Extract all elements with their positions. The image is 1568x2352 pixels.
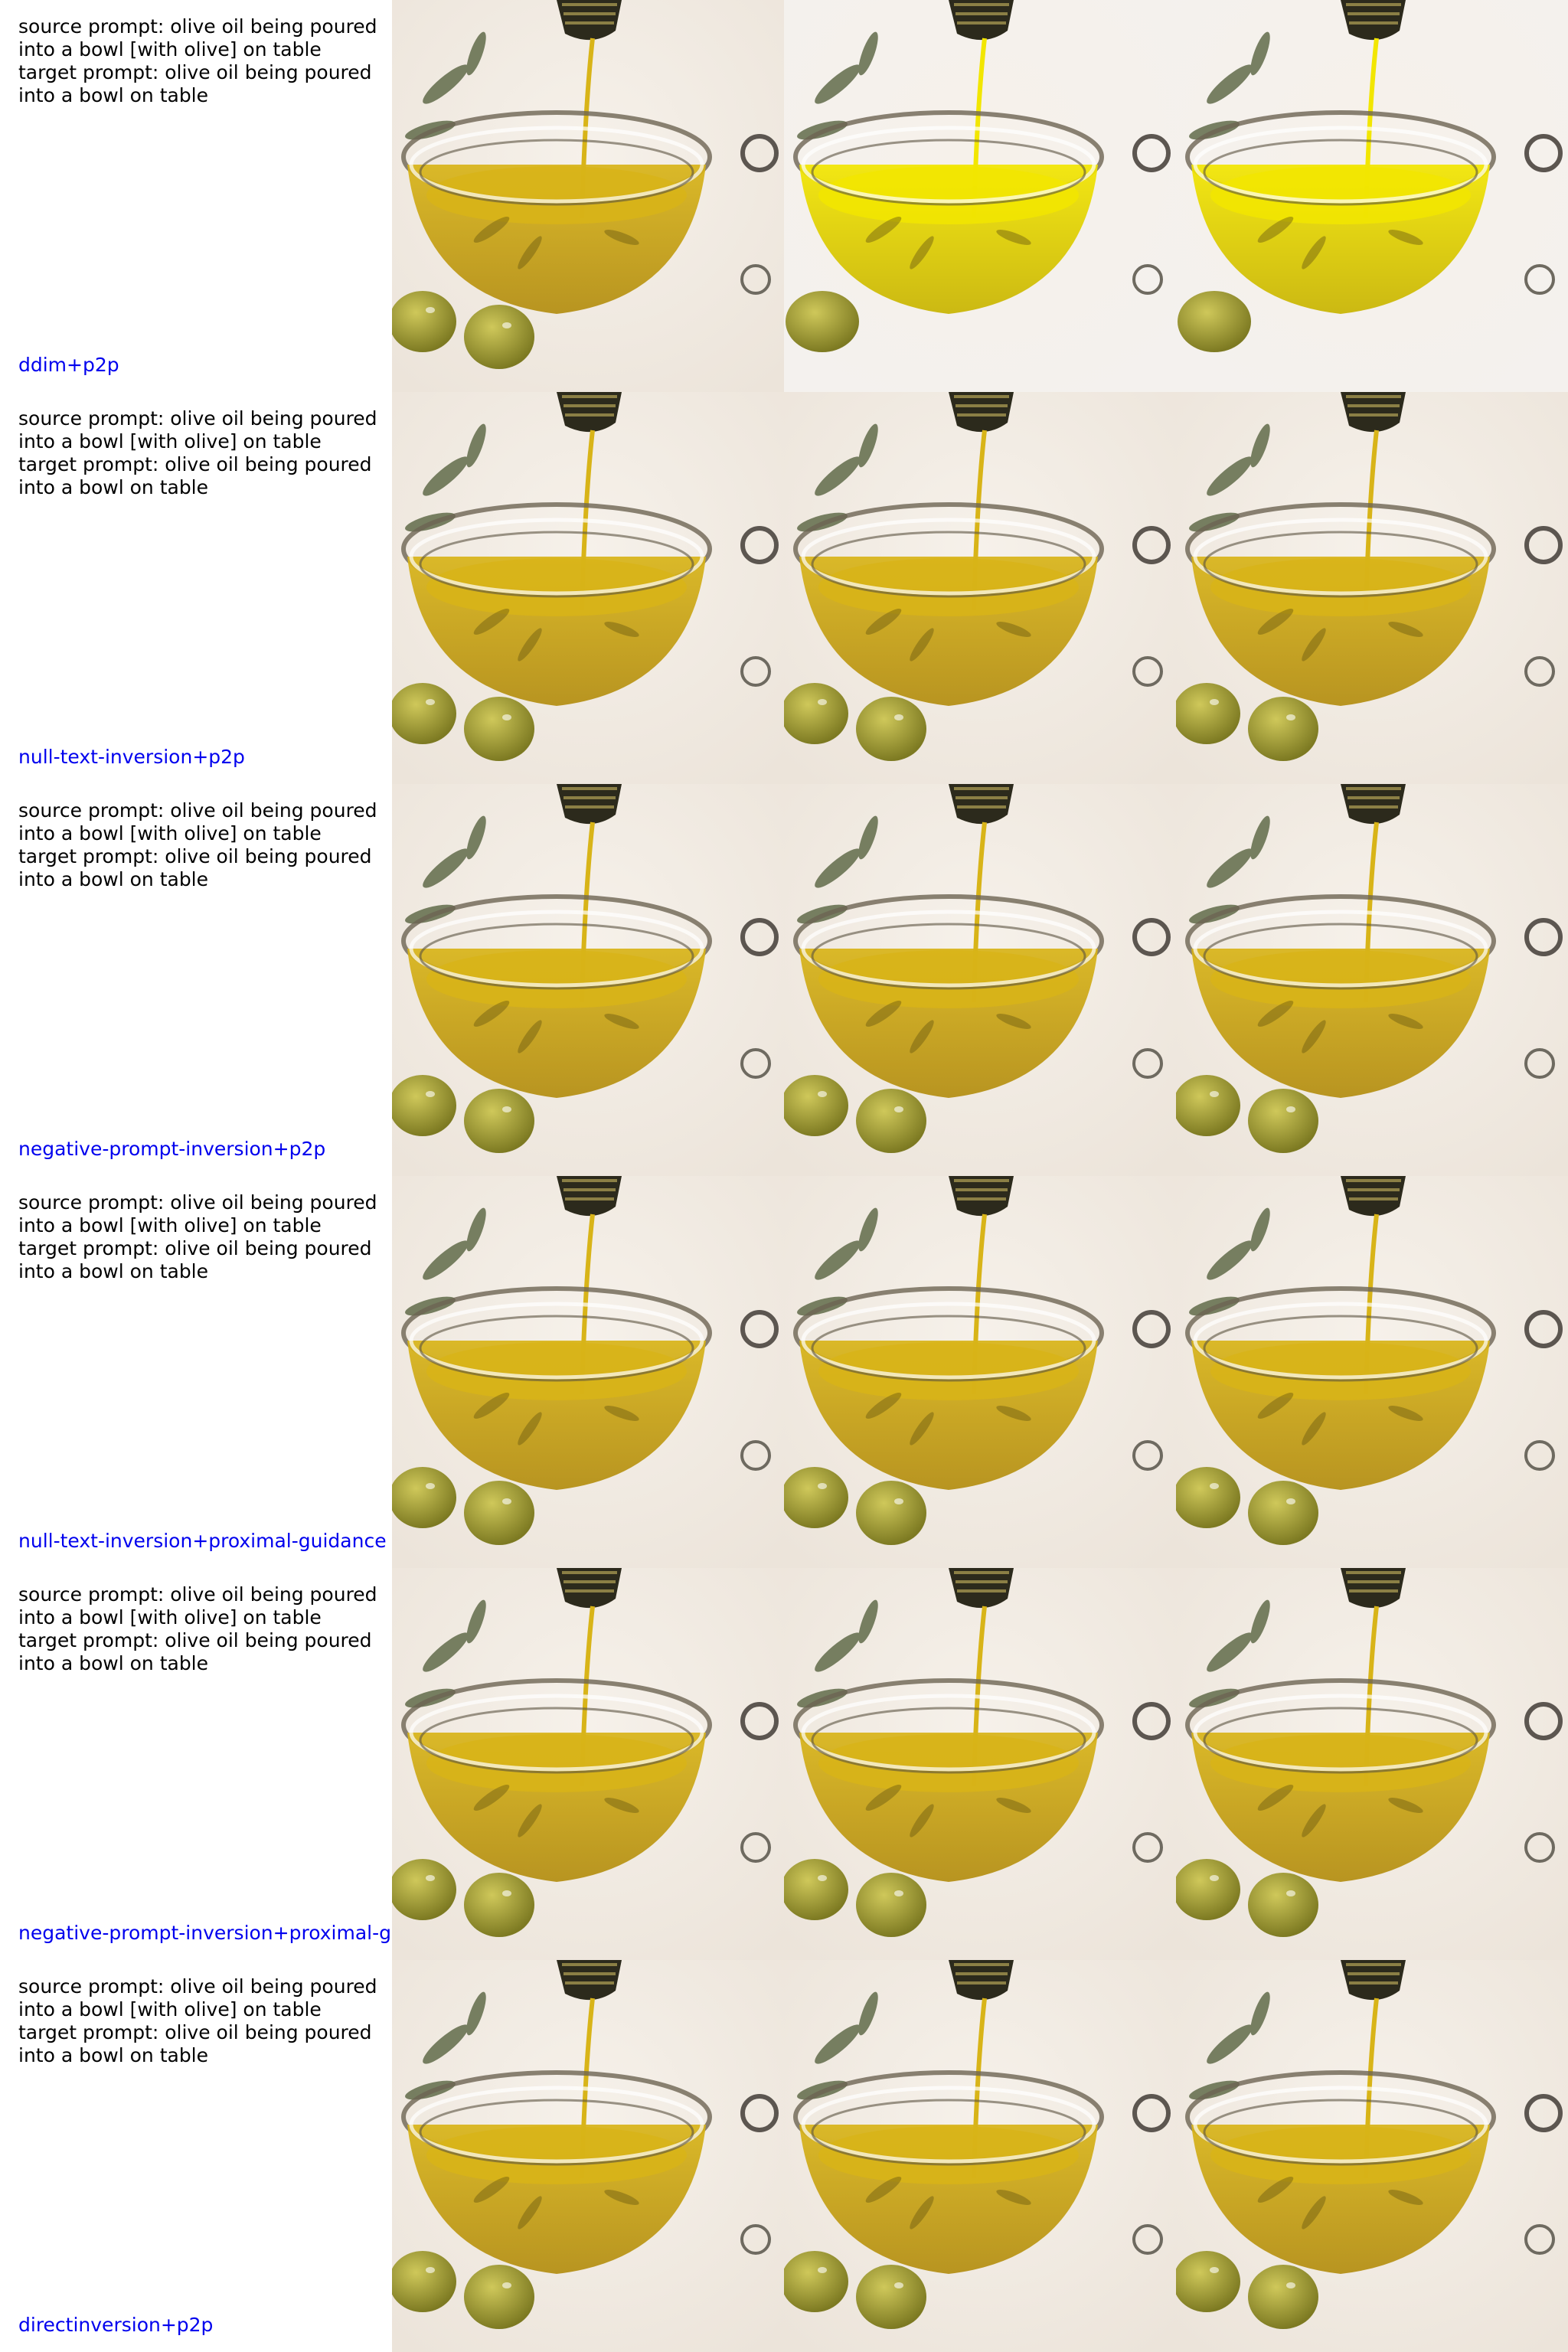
grid-row: source prompt: olive oil being poured in… [0,784,1568,1176]
row-label-panel: source prompt: olive oil being poured in… [0,784,392,1176]
method-label: null-text-inversion+proximal-guidance [18,1530,387,1552]
image-original [392,392,784,784]
image-reconstruction [784,392,1176,784]
source-prompt-line-1: source prompt: olive oil being poured [18,1583,377,1606]
image-original [392,1176,784,1568]
method-label: negative-prompt-inversion+p2p [18,1138,326,1160]
target-prompt-line-2: into a bowl on table [18,476,209,498]
source-prompt-line-2: into a bowl [with olive] on table [18,822,322,844]
image-original [392,784,784,1176]
method-label: null-text-inversion+p2p [18,746,245,768]
source-prompt-line-1: source prompt: olive oil being poured [18,799,377,822]
row-label-panel: source prompt: olive oil being poured in… [0,392,392,784]
row-label-panel: source prompt: olive oil being poured in… [0,1960,392,2352]
target-prompt-line-1: target prompt: olive oil being poured [18,2021,372,2043]
target-prompt-line-1: target prompt: olive oil being poured [18,1237,372,1259]
target-prompt-line-2: into a bowl on table [18,84,209,106]
image-edited [1176,1176,1568,1568]
grid-row: source prompt: olive oil being poured in… [0,1176,1568,1568]
image-reconstruction [784,784,1176,1176]
row-label-panel: source prompt: olive oil being poured in… [0,1176,392,1568]
image-edited [1176,1568,1568,1960]
method-label: negative-prompt-inversion+proximal-guida… [18,1922,392,1944]
image-edited [1176,392,1568,784]
source-prompt-line-2: into a bowl [with olive] on table [18,38,322,60]
image-edited [1176,1960,1568,2352]
prompt-text: source prompt: olive oil being poured in… [18,799,386,891]
grid-row: source prompt: olive oil being poured in… [0,1568,1568,1960]
row-label-panel: source prompt: olive oil being poured in… [0,1568,392,1960]
grid-row: source prompt: olive oil being poured in… [0,392,1568,784]
source-prompt-line-1: source prompt: olive oil being poured [18,1975,377,1998]
source-prompt-line-2: into a bowl [with olive] on table [18,430,322,452]
image-reconstruction [784,1568,1176,1960]
target-prompt-line-2: into a bowl on table [18,1260,209,1282]
target-prompt-line-1: target prompt: olive oil being poured [18,1629,372,1651]
target-prompt-line-2: into a bowl on table [18,868,209,890]
target-prompt-line-1: target prompt: olive oil being poured [18,61,372,83]
target-prompt-line-1: target prompt: olive oil being poured [18,453,372,475]
prompt-text: source prompt: olive oil being poured in… [18,407,386,499]
source-prompt-line-1: source prompt: olive oil being poured [18,1191,377,1214]
image-edited [1176,0,1568,392]
grid-row: source prompt: olive oil being poured in… [0,0,1568,392]
target-prompt-line-2: into a bowl on table [18,1652,209,1674]
image-reconstruction [784,1960,1176,2352]
prompt-text: source prompt: olive oil being poured in… [18,1191,386,1283]
comparison-grid: source prompt: olive oil being poured in… [0,0,1568,2352]
source-prompt-line-2: into a bowl [with olive] on table [18,1998,322,2020]
image-original [392,1960,784,2352]
method-label: directinversion+p2p [18,2314,214,2336]
source-prompt-line-2: into a bowl [with olive] on table [18,1214,322,1236]
target-prompt-line-1: target prompt: olive oil being poured [18,845,372,867]
grid-row: source prompt: olive oil being poured in… [0,1960,1568,2352]
prompt-text: source prompt: olive oil being poured in… [18,1975,386,2067]
image-original [392,0,784,392]
source-prompt-line-1: source prompt: olive oil being poured [18,407,377,430]
method-label: ddim+p2p [18,354,119,376]
image-original [392,1568,784,1960]
image-reconstruction [784,0,1176,392]
source-prompt-line-1: source prompt: olive oil being poured [18,15,377,38]
image-reconstruction [784,1176,1176,1568]
prompt-text: source prompt: olive oil being poured in… [18,1583,386,1675]
source-prompt-line-2: into a bowl [with olive] on table [18,1606,322,1628]
row-label-panel: source prompt: olive oil being poured in… [0,0,392,392]
prompt-text: source prompt: olive oil being poured in… [18,15,386,107]
image-edited [1176,784,1568,1176]
target-prompt-line-2: into a bowl on table [18,2044,209,2066]
